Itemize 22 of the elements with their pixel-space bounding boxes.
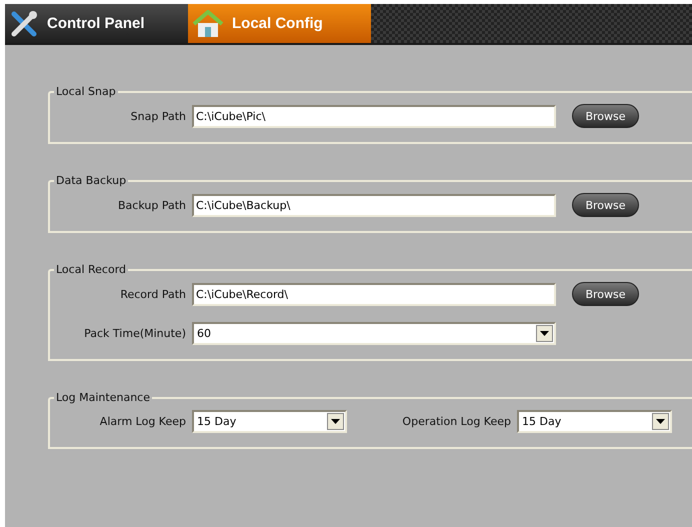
dropdown[interactable]: 15 Day: [517, 410, 672, 433]
field-label: Snap Path: [130, 110, 187, 122]
field-label: Alarm Log Keep: [98, 415, 187, 428]
group-title: Local Snap: [55, 85, 117, 98]
group-title: Log Maintenance: [55, 391, 151, 404]
field-label: Pack Time(Minute): [83, 327, 187, 340]
tools-icon: [9, 10, 39, 38]
field-label: Record Path: [119, 288, 187, 300]
path-field[interactable]: C:\iCube\Record\: [192, 282, 556, 306]
dropdown[interactable]: 60: [192, 322, 556, 345]
house-icon: [192, 10, 224, 38]
browse-button[interactable]: Browse: [572, 104, 639, 128]
browse-button[interactable]: Browse: [572, 193, 639, 217]
group-title: Local Record: [55, 263, 128, 276]
path-field[interactable]: C:\iCube\Backup\: [192, 194, 556, 216]
dropdown[interactable]: 15 Day: [192, 410, 347, 433]
group-title: Data Backup: [55, 174, 128, 187]
path-field[interactable]: C:\iCube\Pic\: [192, 104, 556, 128]
field-label: Backup Path: [117, 198, 187, 212]
field-label: Operation Log Keep: [401, 415, 512, 428]
browse-button[interactable]: Browse: [572, 282, 639, 306]
tab[interactable]: Control Panel: [5, 4, 188, 43]
